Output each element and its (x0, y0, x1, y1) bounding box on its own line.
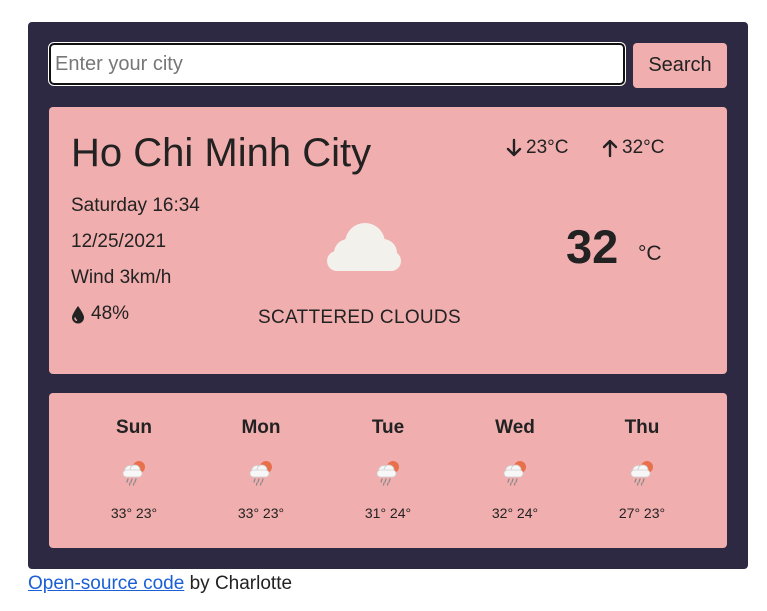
source-code-link[interactable]: Open-source code (28, 573, 184, 594)
min-temperature: 23°C (505, 137, 568, 159)
search-form: Search (48, 42, 727, 89)
footer: Open-source code by Charlotte (28, 573, 292, 595)
rain-sun-icon (376, 461, 399, 486)
rain-sun-icon (249, 461, 272, 486)
forecast-temps: 33° 23° (110, 505, 158, 521)
forecast-day-name: Wed (495, 417, 535, 438)
weather-app: Search Ho Chi Minh City 23°C 32°C Saturd… (28, 22, 748, 569)
rain-sun-icon (630, 461, 653, 486)
date: 12/25/2021 (71, 231, 167, 252)
forecast-day: Sun 33° 23° (84, 393, 184, 548)
temperature-unit[interactable]: °C (638, 242, 662, 266)
droplet-icon (72, 305, 84, 323)
arrow-up-icon (602, 139, 618, 158)
wind-speed: Wind 3km/h (71, 267, 172, 288)
cloud-icon (327, 223, 401, 271)
forecast-day: Mon 33° 23° (211, 393, 311, 548)
forecast-day: Tue 31° 24° (338, 393, 438, 548)
day-time: Saturday 16:34 (71, 195, 200, 216)
forecast-day: Thu 27° 23° (592, 393, 692, 548)
rain-sun-icon (503, 461, 526, 486)
forecast-temps: 31° 24° (364, 505, 412, 521)
current-weather-card: Ho Chi Minh City 23°C 32°C Saturday 16:3… (49, 107, 727, 374)
rain-sun-icon (122, 461, 145, 486)
forecast-temps: 33° 23° (237, 505, 285, 521)
author-credit: by Charlotte (184, 573, 293, 594)
forecast-card: Sun 33° 23° Mon 33° 23° Tue 31° 24° Wed … (49, 393, 727, 548)
search-input[interactable] (48, 42, 626, 86)
arrow-down-icon (506, 138, 522, 157)
city-name: Ho Chi Minh City (71, 131, 372, 175)
search-button[interactable]: Search (633, 43, 727, 88)
current-temperature: 32 (566, 220, 619, 273)
min-temperature-value: 23°C (526, 137, 569, 158)
forecast-day-name: Sun (116, 417, 152, 438)
forecast-day-name: Mon (241, 417, 281, 438)
humidity: 48% (71, 303, 129, 325)
weather-description: SCATTERED CLOUDS (258, 307, 461, 328)
max-temperature: 32°C (601, 137, 664, 159)
forecast-temps: 32° 24° (491, 505, 539, 521)
forecast-day-name: Tue (371, 417, 405, 438)
humidity-value: 48% (91, 303, 130, 324)
forecast-day: Wed 32° 24° (465, 393, 565, 548)
forecast-day-name: Thu (624, 417, 660, 438)
forecast-temps: 27° 23° (618, 505, 666, 521)
max-temperature-value: 32°C (622, 137, 665, 158)
